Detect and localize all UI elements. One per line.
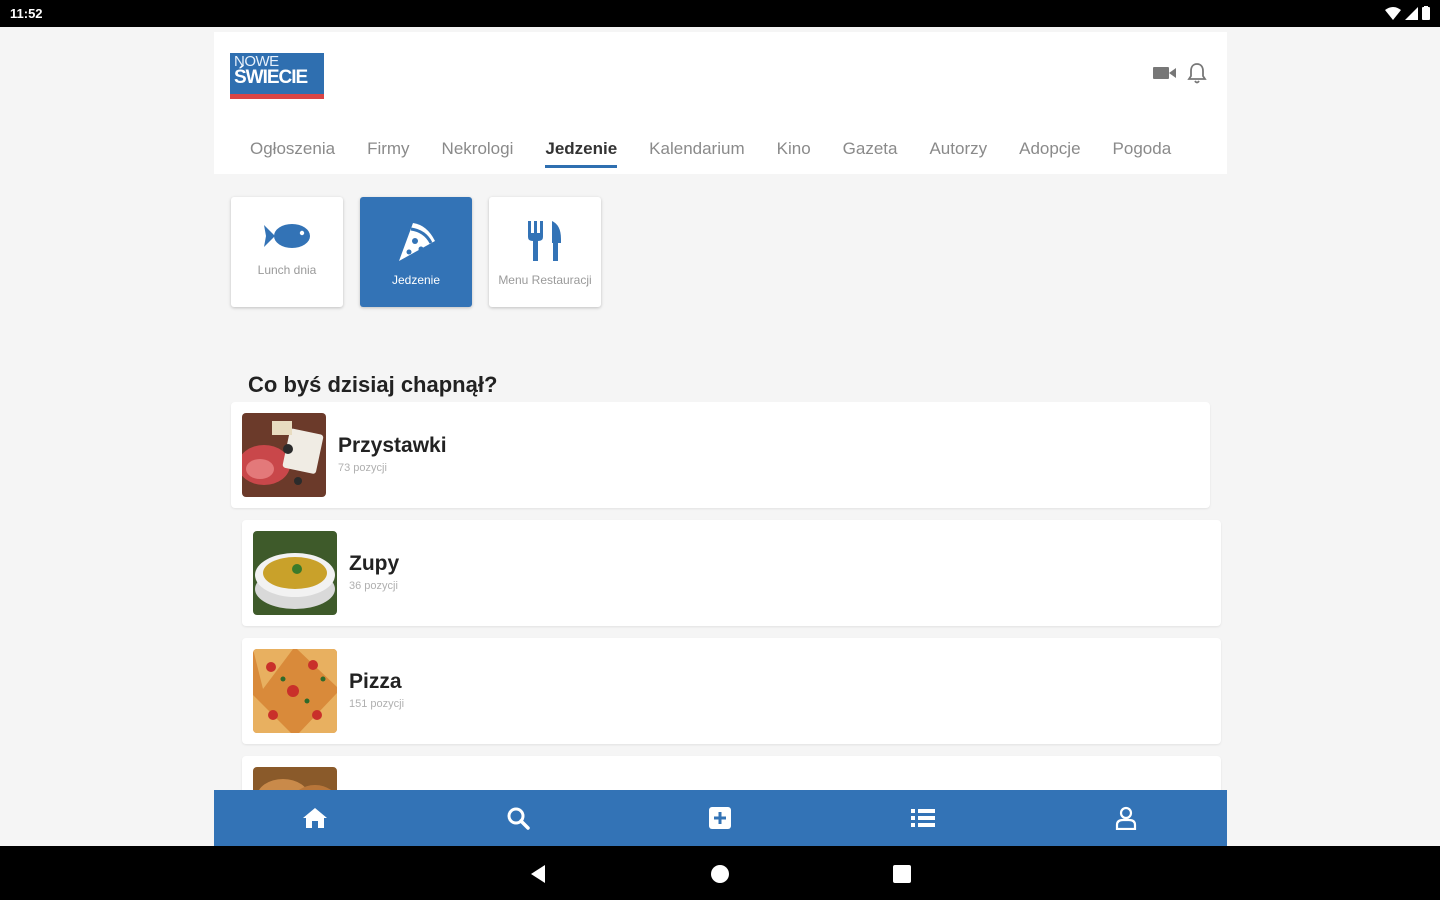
category-card-pizza[interactable]: Pizza 151 pozycji	[242, 638, 1221, 744]
status-time: 11:52	[10, 6, 43, 21]
app-container: NOWE ŚWIECIE Ogłoszenia Firmy Nekrologi …	[214, 32, 1227, 846]
nav-profile[interactable]	[1096, 790, 1156, 846]
tab-autorzy[interactable]: Autorzy	[929, 139, 987, 159]
bell-icon[interactable]	[1187, 62, 1207, 84]
tab-pogoda[interactable]: Pogoda	[1113, 139, 1172, 159]
nav-list[interactable]	[893, 790, 953, 846]
category-card-przystawki[interactable]: Przystawki 73 pozycji	[231, 402, 1210, 508]
add-box-icon	[709, 807, 732, 829]
app-header: NOWE ŚWIECIE Ogłoszenia Firmy Nekrologi …	[214, 32, 1227, 174]
tile-menu-restauracji[interactable]: Menu Restauracji	[489, 197, 601, 307]
wifi-icon	[1385, 6, 1401, 20]
user-icon	[1115, 806, 1136, 830]
tab-kino[interactable]: Kino	[777, 139, 811, 159]
video-camera-icon[interactable]	[1153, 65, 1177, 81]
category-name: Pizza	[349, 670, 402, 693]
tab-firmy[interactable]: Firmy	[367, 139, 409, 159]
tab-ogloszenia[interactable]: Ogłoszenia	[250, 139, 335, 159]
category-thumbnail	[253, 649, 337, 733]
category-name: Zupy	[349, 552, 400, 575]
food-category-list: Przystawki 73 pozycji Zupy 36 pozycji Pi…	[214, 402, 1227, 790]
home-circle-icon	[711, 865, 729, 883]
tab-jedzenie[interactable]: Jedzenie	[545, 139, 617, 168]
signal-icon	[1405, 6, 1418, 20]
tab-kalendarium[interactable]: Kalendarium	[649, 139, 744, 159]
back-triangle-icon	[531, 865, 545, 883]
tile-label: Menu Restauracji	[498, 273, 592, 287]
brand-logo[interactable]: NOWE ŚWIECIE	[230, 53, 324, 99]
category-count: 151 pozycji	[349, 698, 405, 710]
system-back-button[interactable]	[526, 862, 550, 886]
category-thumbnail	[253, 531, 337, 615]
cutlery-icon	[528, 221, 561, 261]
category-tabs: Ogłoszenia Firmy Nekrologi Jedzenie Kale…	[214, 124, 1227, 174]
pizza-icon	[399, 223, 435, 261]
tile-label: Lunch dnia	[257, 263, 317, 277]
bottom-navigation	[214, 790, 1227, 846]
tile-label: Jedzenie	[391, 273, 441, 287]
tab-adopcje[interactable]: Adopcje	[1019, 139, 1080, 159]
logo-line2: ŚWIECIE	[234, 66, 308, 88]
category-count: 36 pozycji	[349, 580, 398, 592]
category-count: 73 pozycji	[338, 462, 387, 474]
nav-home[interactable]	[285, 790, 345, 846]
tile-lunch-dnia[interactable]: Lunch dnia	[231, 197, 343, 307]
category-card-zupy[interactable]: Zupy 36 pozycji	[242, 520, 1221, 626]
category-name: Przystawki	[338, 434, 447, 457]
recents-square-icon	[893, 865, 911, 883]
nav-search[interactable]	[488, 790, 548, 846]
category-card-partial[interactable]	[242, 756, 1221, 790]
system-home-button[interactable]	[708, 862, 732, 886]
tab-gazeta[interactable]: Gazeta	[843, 139, 898, 159]
battery-icon	[1422, 6, 1430, 20]
category-thumbnail	[253, 767, 337, 790]
system-navigation-bar	[0, 846, 1440, 900]
system-icons	[1385, 6, 1430, 20]
category-thumbnail	[242, 413, 326, 497]
header-actions	[1153, 62, 1207, 84]
fish-icon	[264, 224, 310, 248]
home-icon	[303, 808, 328, 828]
search-icon	[507, 807, 530, 830]
subcategory-tiles: Lunch dnia Jedzenie Menu Restauracji	[231, 197, 601, 307]
tab-nekrologi[interactable]: Nekrologi	[442, 139, 514, 159]
nav-add[interactable]	[690, 790, 750, 846]
list-icon	[911, 809, 936, 827]
system-recents-button[interactable]	[890, 862, 914, 886]
status-bar: 11:52	[0, 0, 1440, 27]
section-title: Co byś dzisiaj chapnął?	[248, 372, 498, 397]
tile-jedzenie[interactable]: Jedzenie	[360, 197, 472, 307]
